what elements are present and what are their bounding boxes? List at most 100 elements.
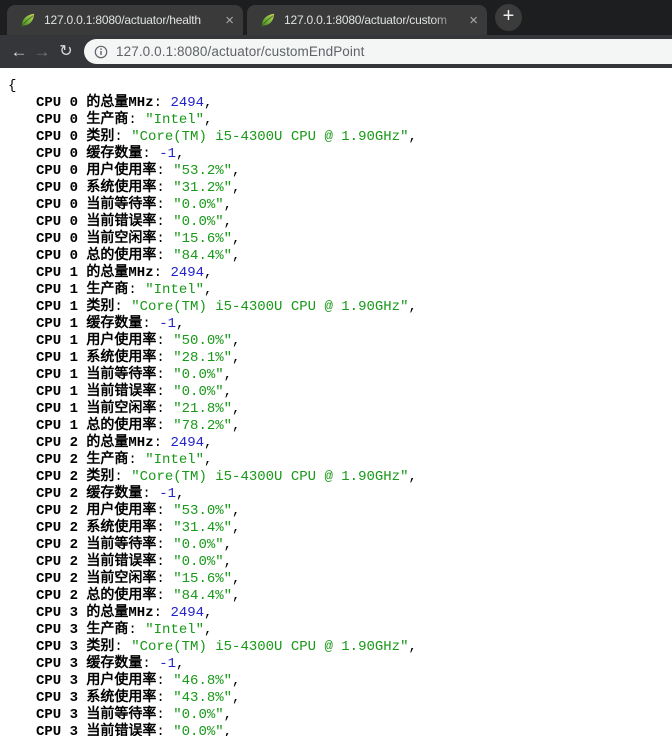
json-row: CPU 0 缓存数量: -1, (0, 146, 672, 163)
json-key: CPU 2 的总量MHz (36, 435, 154, 451)
json-comma: , (232, 418, 240, 434)
json-row: CPU 1 类别: "Core(TM) i5-4300U CPU @ 1.90G… (0, 299, 672, 316)
json-key: CPU 0 缓存数量 (36, 146, 142, 162)
spring-leaf-icon (260, 12, 276, 28)
json-comma: , (232, 333, 240, 349)
json-comma: , (204, 605, 212, 621)
json-comma: , (232, 231, 240, 247)
browser-toolbar: ← → ↻ 127.0.0.1:8080/actuator/customEndP… (0, 35, 672, 68)
json-colon: : (156, 537, 173, 553)
json-rows: CPU 0 的总量MHz: 2494, CPU 0 生产商: "Intel", … (0, 95, 672, 736)
tab-title: 127.0.0.1:8080/actuator/health (44, 13, 221, 27)
close-icon[interactable]: × (469, 13, 478, 28)
json-colon: : (156, 503, 173, 519)
json-key: CPU 1 当前空闲率 (36, 401, 156, 417)
json-value: -1 (159, 146, 176, 162)
json-colon: : (154, 605, 171, 621)
json-value: "15.6%" (173, 571, 232, 587)
json-colon: : (142, 316, 159, 332)
json-row: CPU 3 缓存数量: -1, (0, 656, 672, 673)
json-colon: : (156, 180, 173, 196)
json-key: CPU 3 生产商 (36, 622, 128, 638)
json-comma: , (224, 707, 232, 723)
json-row: CPU 1 系统使用率: "28.1%", (0, 350, 672, 367)
json-comma: , (224, 724, 232, 736)
json-colon: : (114, 129, 131, 145)
json-value: "Intel" (145, 282, 204, 298)
json-value: "31.4%" (173, 520, 232, 536)
url-text[interactable]: 127.0.0.1:8080/actuator/customEndPoint (116, 44, 364, 59)
json-key: CPU 3 系统使用率 (36, 690, 156, 706)
json-key: CPU 2 当前错误率 (36, 554, 156, 570)
json-colon: : (114, 299, 131, 315)
json-value: "Intel" (145, 622, 204, 638)
json-row: CPU 2 系统使用率: "31.4%", (0, 520, 672, 537)
json-key: CPU 0 类别 (36, 129, 114, 145)
json-row: CPU 1 用户使用率: "50.0%", (0, 333, 672, 350)
json-value: -1 (159, 656, 176, 672)
json-comma: , (176, 656, 184, 672)
json-comma: , (224, 537, 232, 553)
json-key: CPU 1 当前等待率 (36, 367, 156, 383)
json-key: CPU 0 系统使用率 (36, 180, 156, 196)
json-colon: : (156, 197, 173, 213)
json-key: CPU 3 缓存数量 (36, 656, 142, 672)
address-bar[interactable]: 127.0.0.1:8080/actuator/customEndPoint (84, 39, 672, 64)
json-colon: : (156, 367, 173, 383)
json-value: "46.8%" (173, 673, 232, 689)
json-colon: : (142, 656, 159, 672)
json-value: "84.4%" (173, 588, 232, 604)
json-comma: , (224, 384, 232, 400)
json-row: CPU 2 用户使用率: "53.0%", (0, 503, 672, 520)
tab-actuator-health[interactable]: 127.0.0.1:8080/actuator/health × (7, 5, 243, 35)
json-key: CPU 2 生产商 (36, 452, 128, 468)
json-row: CPU 0 当前等待率: "0.0%", (0, 197, 672, 214)
forward-icon[interactable]: → (29, 35, 55, 68)
json-row: CPU 0 用户使用率: "53.2%", (0, 163, 672, 180)
reload-icon[interactable]: ↻ (53, 35, 79, 68)
json-value: "43.8%" (173, 690, 232, 706)
json-colon: : (156, 401, 173, 417)
json-row: CPU 1 当前等待率: "0.0%", (0, 367, 672, 384)
json-value: 2494 (170, 95, 204, 111)
json-comma: , (232, 180, 240, 196)
json-row: CPU 3 当前等待率: "0.0%", (0, 707, 672, 724)
json-colon: : (156, 690, 173, 706)
json-comma: , (204, 282, 212, 298)
json-row: CPU 2 缓存数量: -1, (0, 486, 672, 503)
json-key: CPU 0 总的使用率 (36, 248, 156, 264)
json-value: 2494 (170, 435, 204, 451)
tab-actuator-custom-endpoint[interactable]: 127.0.0.1:8080/actuator/custom × (247, 5, 487, 35)
json-value: 2494 (170, 265, 204, 281)
json-row: CPU 0 生产商: "Intel", (0, 112, 672, 129)
json-colon: : (154, 435, 171, 451)
json-key: CPU 2 总的使用率 (36, 588, 156, 604)
json-comma: , (408, 469, 416, 485)
close-icon[interactable]: × (225, 13, 234, 28)
json-row: CPU 0 的总量MHz: 2494, (0, 95, 672, 112)
json-value: -1 (159, 486, 176, 502)
json-key: CPU 1 类别 (36, 299, 114, 315)
json-row: CPU 3 类别: "Core(TM) i5-4300U CPU @ 1.90G… (0, 639, 672, 656)
json-comma: , (224, 367, 232, 383)
json-row: CPU 2 类别: "Core(TM) i5-4300U CPU @ 1.90G… (0, 469, 672, 486)
page-info-icon[interactable] (94, 45, 108, 59)
json-value: "78.2%" (173, 418, 232, 434)
json-colon: : (156, 724, 173, 736)
json-key: CPU 2 用户使用率 (36, 503, 156, 519)
json-colon: : (156, 673, 173, 689)
new-tab-button[interactable]: + (495, 4, 522, 31)
json-row: CPU 3 当前错误率: "0.0%", (0, 724, 672, 736)
json-value: "0.0%" (173, 724, 223, 736)
json-key: CPU 0 的总量MHz (36, 95, 154, 111)
json-row: CPU 0 当前错误率: "0.0%", (0, 214, 672, 231)
json-colon: : (128, 622, 145, 638)
json-colon: : (142, 146, 159, 162)
json-key: CPU 2 当前空闲率 (36, 571, 156, 587)
json-key: CPU 2 系统使用率 (36, 520, 156, 536)
json-colon: : (156, 384, 173, 400)
json-key: CPU 3 当前等待率 (36, 707, 156, 723)
json-value: "31.2%" (173, 180, 232, 196)
json-colon: : (114, 639, 131, 655)
json-row: CPU 2 总的使用率: "84.4%", (0, 588, 672, 605)
